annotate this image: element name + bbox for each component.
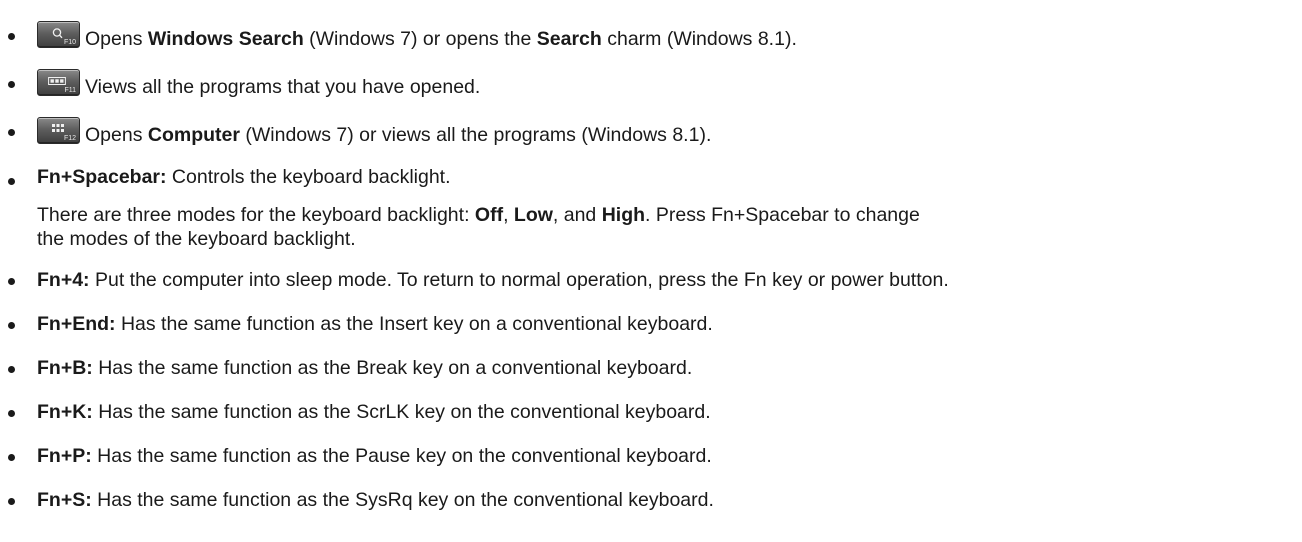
function-key-list: F10 Opens Windows Search (Windows 7) or … (0, 0, 1302, 542)
shortcut-name: Fn+S: (37, 489, 92, 511)
f12-key: F12 (37, 117, 80, 144)
bullet (8, 454, 15, 461)
f10-key: F10 (37, 21, 80, 48)
bullet (8, 81, 15, 88)
shortcut-description: Has the same function as the SysRq key o… (91, 489, 714, 511)
key-label: F10 (63, 39, 76, 46)
text-segment: , (503, 204, 514, 226)
shortcut-name: Fn+P: (37, 445, 92, 467)
item-text: F10 Opens Windows Search (Windows 7) or … (37, 21, 797, 51)
shortcut-description: Has the same function as the Break key o… (92, 357, 693, 379)
item-text: Fn+B: Has the same function as the Break… (37, 357, 692, 380)
text-segment: There are three modes for the keyboard b… (37, 204, 475, 226)
shortcut-name: Fn+Spacebar: (37, 166, 167, 188)
item-text: F11 Views all the programs that you have… (37, 69, 480, 99)
text-segment: (Windows 7) or opens the (303, 28, 537, 50)
text-segment: (Windows 7) or views all the programs (W… (239, 124, 712, 146)
text-segment: , and (552, 204, 602, 226)
bold-term: Search (536, 28, 602, 50)
sub-paragraph-line-2: the modes of the keyboard backlight. (37, 228, 356, 251)
key-label: F12 (63, 135, 76, 142)
item-text: Fn+Spacebar: Controls the keyboard backl… (37, 166, 451, 189)
text-segment: Views all the programs that you have ope… (85, 76, 481, 98)
bullet (8, 410, 15, 417)
mode-low: Low (513, 204, 553, 226)
shortcut-description: Has the same function as the ScrLK key o… (92, 401, 711, 423)
bullet (8, 178, 15, 185)
shortcut-name: Fn+End: (37, 313, 116, 335)
program-switcher-icon (48, 77, 66, 85)
bullet (8, 498, 15, 505)
text-segment: Opens (85, 28, 148, 50)
text-segment: Opens (85, 124, 148, 146)
bullet (8, 322, 15, 329)
bullet (8, 366, 15, 373)
bullet (8, 278, 15, 285)
item-text: Fn+K: Has the same function as the ScrLK… (37, 401, 711, 424)
apps-grid-icon (52, 124, 64, 132)
shortcut-description: Put the computer into sleep mode. To ret… (89, 269, 949, 291)
shortcut-description: Has the same function as the Insert key … (115, 313, 713, 335)
item-text: Fn+S: Has the same function as the SysRq… (37, 489, 714, 512)
bold-term: Windows Search (147, 28, 304, 50)
item-text: Fn+P: Has the same function as the Pause… (37, 445, 712, 468)
shortcut-name: Fn+K: (37, 401, 93, 423)
bold-term: Computer (147, 124, 240, 146)
shortcut-name: Fn+B: (37, 357, 93, 379)
text-segment: . Press Fn+Spacebar to change (645, 204, 920, 226)
search-icon (52, 28, 63, 39)
shortcut-description: Controls the keyboard backlight. (166, 166, 451, 188)
f11-key: F11 (37, 69, 80, 96)
mode-off: Off (474, 204, 504, 226)
item-text: F12 Opens Computer (Windows 7) or views … (37, 117, 711, 147)
bullet (8, 129, 15, 136)
text-segment: charm (Windows 8.1). (601, 28, 797, 50)
bullet (8, 33, 15, 40)
key-label: F11 (64, 87, 76, 94)
item-text: Fn+4: Put the computer into sleep mode. … (37, 269, 949, 292)
mode-high: High (601, 204, 646, 226)
item-text: Fn+End: Has the same function as the Ins… (37, 313, 713, 336)
sub-paragraph-line-1: There are three modes for the keyboard b… (37, 204, 920, 227)
text-segment: the modes of the keyboard backlight. (37, 228, 356, 250)
shortcut-description: Has the same function as the Pause key o… (91, 445, 712, 467)
shortcut-name: Fn+4: (37, 269, 90, 291)
